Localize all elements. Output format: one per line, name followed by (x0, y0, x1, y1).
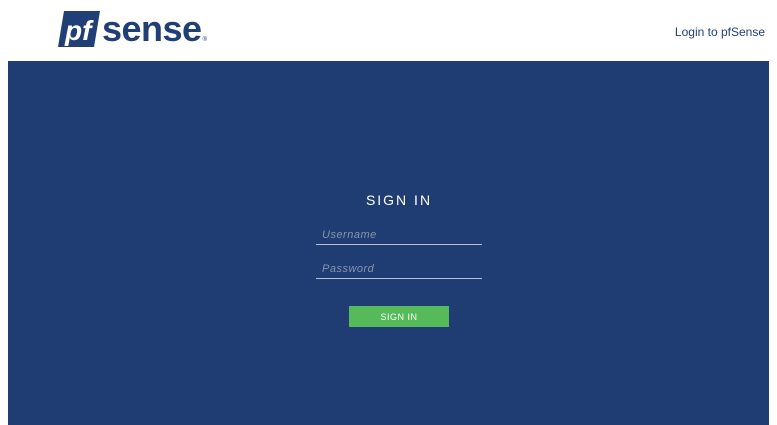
signin-button[interactable]: SIGN IN (349, 306, 449, 327)
logo-wordmark: sense (102, 8, 202, 49)
pfsense-logo[interactable]: pf sense ® (58, 11, 207, 47)
login-panel: SIGN IN SIGN IN (8, 61, 769, 425)
login-to-pfsense-link[interactable]: Login to pfSense (675, 25, 765, 39)
logo-mark-text: pf (64, 15, 94, 46)
signin-form: SIGN IN SIGN IN (316, 191, 482, 327)
logo-registered-mark: ® (202, 37, 207, 43)
signin-title: SIGN IN (365, 192, 433, 208)
username-input[interactable] (316, 225, 482, 245)
top-bar: pf sense ® Login to pfSense (0, 0, 777, 61)
password-input[interactable] (316, 259, 482, 279)
pfsense-logo-icon: pf (58, 11, 100, 47)
